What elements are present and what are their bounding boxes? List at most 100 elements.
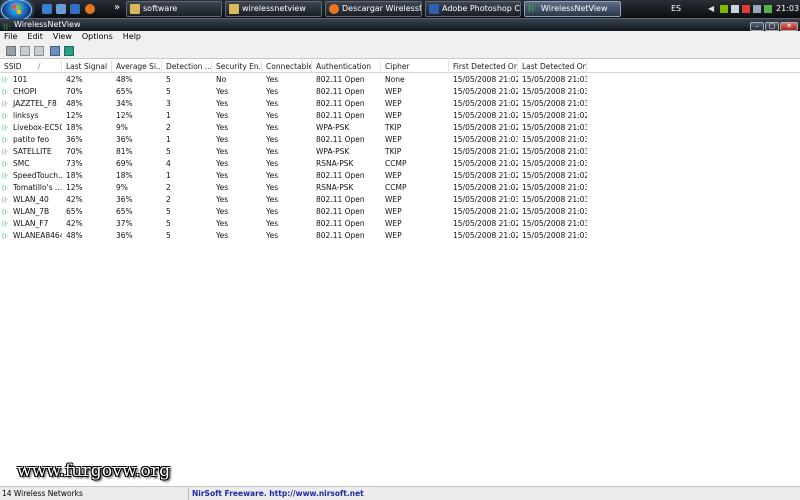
security-center-icon[interactable] [720,5,728,13]
menu-edit[interactable]: Edit [22,31,48,43]
cell-authentication: 802.11 Open [312,86,381,98]
table-row[interactable]: ((· CHOPI 70% 65% 5 Yes Yes 802.11 Open WEP 15/05… [0,86,800,98]
nirsoft-link[interactable]: NirSoft Freeware. http://www.nirsoft.net [192,487,364,500]
cell-text: Yes [266,99,279,108]
table-row[interactable]: ((· SpeedTouch... 18% 18% 1 Yes Yes 802.11 Open… [0,170,800,182]
table-row[interactable]: ((· Livebox-EC50 18% 9% 2 Yes Yes WPA-PSK TKIP 15… [0,122,800,134]
cell-last-detected: 15/05/2008 21:03... [518,230,587,242]
save-icon[interactable] [6,46,16,56]
wifi-network-icon: ((· [2,197,9,204]
menu-help[interactable]: Help [118,31,146,43]
column-header-cipher[interactable]: Cipher [381,60,449,73]
menu-file[interactable]: File [0,31,22,43]
cell-cipher: WEP [381,110,449,122]
tray-app-icon[interactable] [764,5,772,13]
column-header-connectable[interactable]: Connectable [262,60,312,73]
internet-explorer-icon[interactable] [70,4,80,14]
copy-icon[interactable] [20,46,30,56]
quicklaunch-more-icon[interactable]: » [114,2,120,13]
cell-text: WPA-PSK [316,123,350,132]
menu-view[interactable]: View [48,31,77,43]
firefox-icon[interactable] [85,4,95,14]
taskbar-button-firefox[interactable]: Descargar WirelessN... [325,1,422,17]
cell-text: 37% [116,219,133,228]
show-desktop-icon[interactable] [42,4,52,14]
cell-text: 15/05/2008 21:03... [522,75,587,84]
cell-connectable: Yes [262,110,312,122]
language-indicator[interactable]: ES [671,4,681,13]
taskbar-button-label: Descargar WirelessN... [342,4,421,13]
cell-security-enabled: Yes [212,194,262,206]
title-bar[interactable]: ((· WirelessNetView – ▢ ✕ [0,19,800,31]
taskbar-button-photoshop[interactable]: Adobe Photoshop C... [425,1,521,17]
table-row[interactable]: ((· SMC 73% 69% 4 Yes Yes RSNA-PSK CCMP 15/05/200… [0,158,800,170]
wifi-network-icon: ((· [2,221,9,228]
cell-cipher: TKIP [381,122,449,134]
cell-text: 15/05/2008 21:03... [522,99,587,108]
exit-icon[interactable] [64,46,74,56]
cell-text: Yes [266,195,279,204]
html-report-icon[interactable] [34,46,44,56]
column-header-ssid[interactable]: SSID / [0,60,62,73]
cell-text: 802.11 Open [316,231,365,240]
table-row[interactable]: ((· 101 42% 48% 5 No Yes 802.11 Open None 15/05/2… [0,74,800,86]
cell-text: None [385,75,405,84]
column-header-last-signal[interactable]: Last Signal [62,60,112,73]
cell-first-detected: 15/05/2008 21:02... [449,182,518,194]
table-row[interactable]: ((· patito feo 36% 36% 1 Yes Yes 802.11 Open WEP… [0,134,800,146]
cell-cipher: TKIP [381,146,449,158]
menu-options[interactable]: Options [77,31,118,43]
cell-ssid: ((· SMC [0,158,62,170]
table-row[interactable]: ((· WLAN_40 42% 36% 2 Yes Yes 802.11 Open WEP 15/… [0,194,800,206]
table-row[interactable]: ((· SATELLITE 70% 81% 5 Yes Yes WPA-PSK TKIP 15/0… [0,146,800,158]
cell-text: 12% [66,183,83,192]
start-button[interactable] [1,0,32,21]
column-header-average-signal[interactable]: Average Si... [112,60,162,73]
cell-text: Yes [216,135,229,144]
cell-text: WLANEA8464 [13,231,62,240]
table-row[interactable]: ((· WLAN_F7 42% 37% 5 Yes Yes 802.11 Open WEP 15/… [0,218,800,230]
cell-text: 9% [116,123,128,132]
cell-first-detected: 15/05/2008 21:02... [449,146,518,158]
close-button[interactable]: ✕ [780,22,798,31]
table-row[interactable]: ((· linksys 12% 12% 1 Yes Yes 802.11 Open WEP 15/… [0,110,800,122]
cell-first-detected: 15/05/2008 21:02... [449,230,518,242]
table-row[interactable]: ((· WLAN_7B 65% 65% 5 Yes Yes 802.11 Open WEP 15/… [0,206,800,218]
cell-average-signal: 36% [112,194,162,206]
cell-text: 802.11 Open [316,207,365,216]
cell-last-signal: 36% [62,134,112,146]
column-header-authentication[interactable]: Authentication [312,60,381,73]
cell-text: 15/05/2008 21:02... [453,159,518,168]
cell-average-signal: 36% [112,230,162,242]
column-header-first-detected[interactable]: First Detected On [449,60,518,73]
network-list[interactable]: SSID / Last Signal Average Si... Detecti… [0,60,800,486]
switch-windows-icon[interactable] [56,4,66,14]
column-header-last-detected[interactable]: Last Detected On [518,60,587,73]
minimize-button[interactable]: – [750,22,764,31]
taskbar-button-wirelessnetview-folder[interactable]: wirelessnetview [225,1,322,17]
maximize-button[interactable]: ▢ [765,22,779,31]
column-header-security-enabled[interactable]: Security En... [212,60,262,73]
antivirus-icon[interactable] [742,5,750,13]
cell-security-enabled: Yes [212,146,262,158]
properties-icon[interactable] [50,46,60,56]
taskbar-button-wirelessnetview[interactable]: ((· WirelessNetView [524,1,621,17]
cell-last-signal: 70% [62,146,112,158]
network-icon[interactable] [731,5,739,13]
cell-connectable: Yes [262,218,312,230]
clock[interactable]: 21:03 [776,4,799,13]
table-row[interactable]: ((· JAZZTEL_F8 48% 34% 3 Yes Yes 802.11 Open WEP… [0,98,800,110]
wifi-network-icon: ((· [2,137,9,144]
taskbar-button-software[interactable]: software [126,1,222,17]
column-header-detection-count[interactable]: Detection ... [162,60,212,73]
tray-arrow-icon[interactable]: ◀ [708,4,714,13]
cell-last-detected: 15/05/2008 21:03... [518,122,587,134]
volume-icon[interactable] [753,5,761,13]
cell-last-signal: 42% [62,194,112,206]
cell-security-enabled: Yes [212,134,262,146]
wifi-network-icon: ((· [2,149,9,156]
table-row[interactable]: ((· WLANEA8464 48% 36% 5 Yes Yes 802.11 Open WEP… [0,230,800,242]
cell-detection-count: 4 [162,158,212,170]
table-row[interactable]: ((· Tomatillo's ... 12% 9% 2 Yes Yes RSNA-PSK CC… [0,182,800,194]
system-tray: ES ◀ 21:03 [660,0,800,19]
